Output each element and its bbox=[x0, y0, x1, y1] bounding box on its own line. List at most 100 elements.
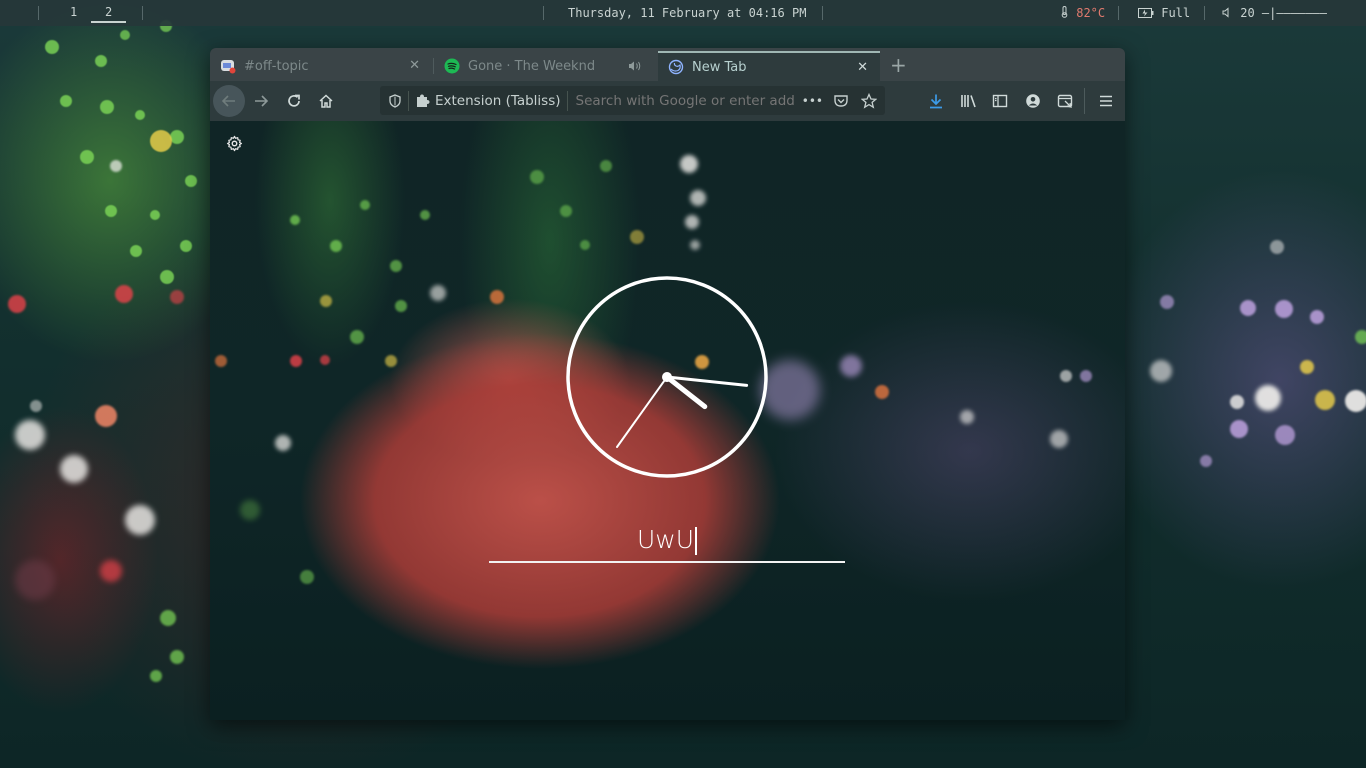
tab-label: #off-topic bbox=[244, 58, 309, 74]
account-button[interactable] bbox=[1025, 93, 1041, 109]
extensions-button[interactable] bbox=[1057, 93, 1074, 109]
bokeh-light bbox=[30, 400, 42, 412]
clock-second-hand bbox=[616, 376, 668, 448]
bokeh-light bbox=[45, 40, 59, 54]
bokeh-light bbox=[690, 190, 706, 206]
bokeh-light bbox=[290, 355, 302, 367]
bokeh-light bbox=[1300, 360, 1314, 374]
new-tab-button[interactable]: + bbox=[890, 53, 907, 77]
speaker-playing-icon[interactable] bbox=[628, 60, 642, 72]
bokeh-light bbox=[135, 110, 145, 120]
extension-window-icon bbox=[1057, 94, 1073, 108]
bar-divider bbox=[822, 6, 823, 20]
puzzle-piece-icon bbox=[417, 94, 430, 107]
tab-label: New Tab bbox=[692, 59, 747, 75]
bokeh-light bbox=[1050, 430, 1068, 448]
tab-new-tab[interactable]: New Tab ✕ bbox=[658, 51, 880, 81]
tabliss-settings-button[interactable] bbox=[226, 135, 243, 156]
bokeh-light bbox=[680, 155, 698, 173]
toolbar-divider bbox=[1084, 88, 1085, 114]
bokeh-light bbox=[1160, 295, 1174, 309]
reload-button[interactable] bbox=[286, 93, 302, 109]
temperature-indicator: 82°C bbox=[1060, 6, 1105, 20]
back-button[interactable] bbox=[213, 85, 245, 117]
search-input[interactable] bbox=[573, 92, 796, 109]
urlbar-divider bbox=[566, 90, 568, 111]
bokeh-light bbox=[1080, 370, 1092, 382]
bokeh-light bbox=[300, 570, 314, 584]
bokeh-light bbox=[105, 205, 117, 217]
sidebar-icon bbox=[992, 94, 1008, 108]
bokeh-light bbox=[630, 230, 644, 244]
bokeh-light bbox=[290, 215, 300, 225]
bokeh-light bbox=[215, 355, 227, 367]
spotify-icon bbox=[444, 58, 460, 74]
volume-indicator[interactable]: 20 —|——————— bbox=[1222, 6, 1327, 20]
bar-divider bbox=[1204, 6, 1205, 20]
bokeh-light bbox=[580, 240, 590, 250]
tab-spotify[interactable]: Gone · The Weeknd bbox=[434, 51, 658, 81]
home-button[interactable] bbox=[318, 93, 334, 109]
downloads-button[interactable] bbox=[928, 93, 944, 109]
volume-slider[interactable]: —|——————— bbox=[1262, 6, 1327, 20]
bokeh-light bbox=[1275, 300, 1293, 318]
library-button[interactable] bbox=[960, 93, 978, 109]
bokeh-light bbox=[100, 560, 122, 582]
tab-discord[interactable]: #off-topic ✕ bbox=[210, 51, 432, 81]
bokeh-light bbox=[130, 245, 142, 257]
text-cursor bbox=[695, 527, 698, 555]
bookmark-star-icon[interactable] bbox=[861, 92, 877, 109]
bokeh-light bbox=[150, 210, 160, 220]
bokeh-light bbox=[1240, 300, 1256, 316]
bokeh-light bbox=[1200, 455, 1212, 467]
clock-datetime: Thursday, 11 February at 04:16 PM bbox=[568, 6, 807, 20]
temperature-value: 82°C bbox=[1076, 6, 1106, 20]
navigation-toolbar: Extension (Tabliss) ••• bbox=[210, 81, 1125, 121]
bokeh-light bbox=[1060, 370, 1072, 382]
url-bar[interactable]: Extension (Tabliss) ••• bbox=[380, 86, 885, 115]
bokeh-light bbox=[95, 405, 117, 427]
greeting-input-box[interactable]: UwU bbox=[489, 521, 845, 563]
top-status-bar: 1 2 Thursday, 11 February at 04:16 PM 82… bbox=[0, 0, 1366, 26]
page-actions-button[interactable]: ••• bbox=[802, 94, 823, 108]
library-icon bbox=[961, 95, 976, 108]
bokeh-light bbox=[160, 610, 176, 626]
bokeh-light bbox=[395, 300, 407, 312]
menu-button[interactable] bbox=[1098, 93, 1114, 109]
bokeh-light bbox=[60, 95, 72, 107]
bar-divider bbox=[543, 6, 544, 20]
close-tab-icon[interactable]: ✕ bbox=[409, 58, 420, 73]
forward-button[interactable] bbox=[253, 93, 269, 109]
bar-divider bbox=[142, 6, 143, 20]
greeting-text[interactable]: UwU bbox=[489, 521, 845, 559]
speaker-icon bbox=[1222, 7, 1229, 18]
bokeh-light bbox=[350, 330, 364, 344]
sidebar-button[interactable] bbox=[992, 93, 1008, 109]
bokeh-light bbox=[185, 175, 197, 187]
bokeh-light bbox=[320, 295, 332, 307]
reload-icon bbox=[288, 94, 300, 107]
bokeh-light bbox=[15, 560, 55, 600]
battery-indicator: Full bbox=[1138, 6, 1190, 20]
workspace-1[interactable]: 1 bbox=[70, 5, 77, 19]
bokeh-light bbox=[1230, 395, 1244, 409]
urlbar-divider bbox=[408, 90, 409, 111]
volume-level: 20 bbox=[1240, 6, 1255, 20]
bokeh-light bbox=[530, 170, 544, 184]
bokeh-light bbox=[170, 650, 184, 664]
battery-status: Full bbox=[1161, 6, 1191, 20]
extension-identity-label[interactable]: Extension (Tabliss) bbox=[435, 93, 561, 109]
thermometer-icon bbox=[1061, 6, 1068, 18]
account-icon bbox=[1026, 94, 1040, 108]
bokeh-light bbox=[100, 100, 114, 114]
clock-center bbox=[662, 372, 672, 382]
pocket-icon[interactable] bbox=[833, 93, 849, 109]
bokeh-light bbox=[80, 150, 94, 164]
firefox-icon bbox=[668, 59, 684, 75]
forward-arrow-icon bbox=[255, 95, 269, 107]
bokeh-light bbox=[95, 55, 107, 67]
close-tab-icon[interactable]: ✕ bbox=[857, 60, 868, 75]
greeting-value: UwU bbox=[636, 525, 695, 554]
workspace-2[interactable]: 2 bbox=[90, 5, 127, 23]
tracking-shield-icon[interactable] bbox=[388, 93, 402, 108]
